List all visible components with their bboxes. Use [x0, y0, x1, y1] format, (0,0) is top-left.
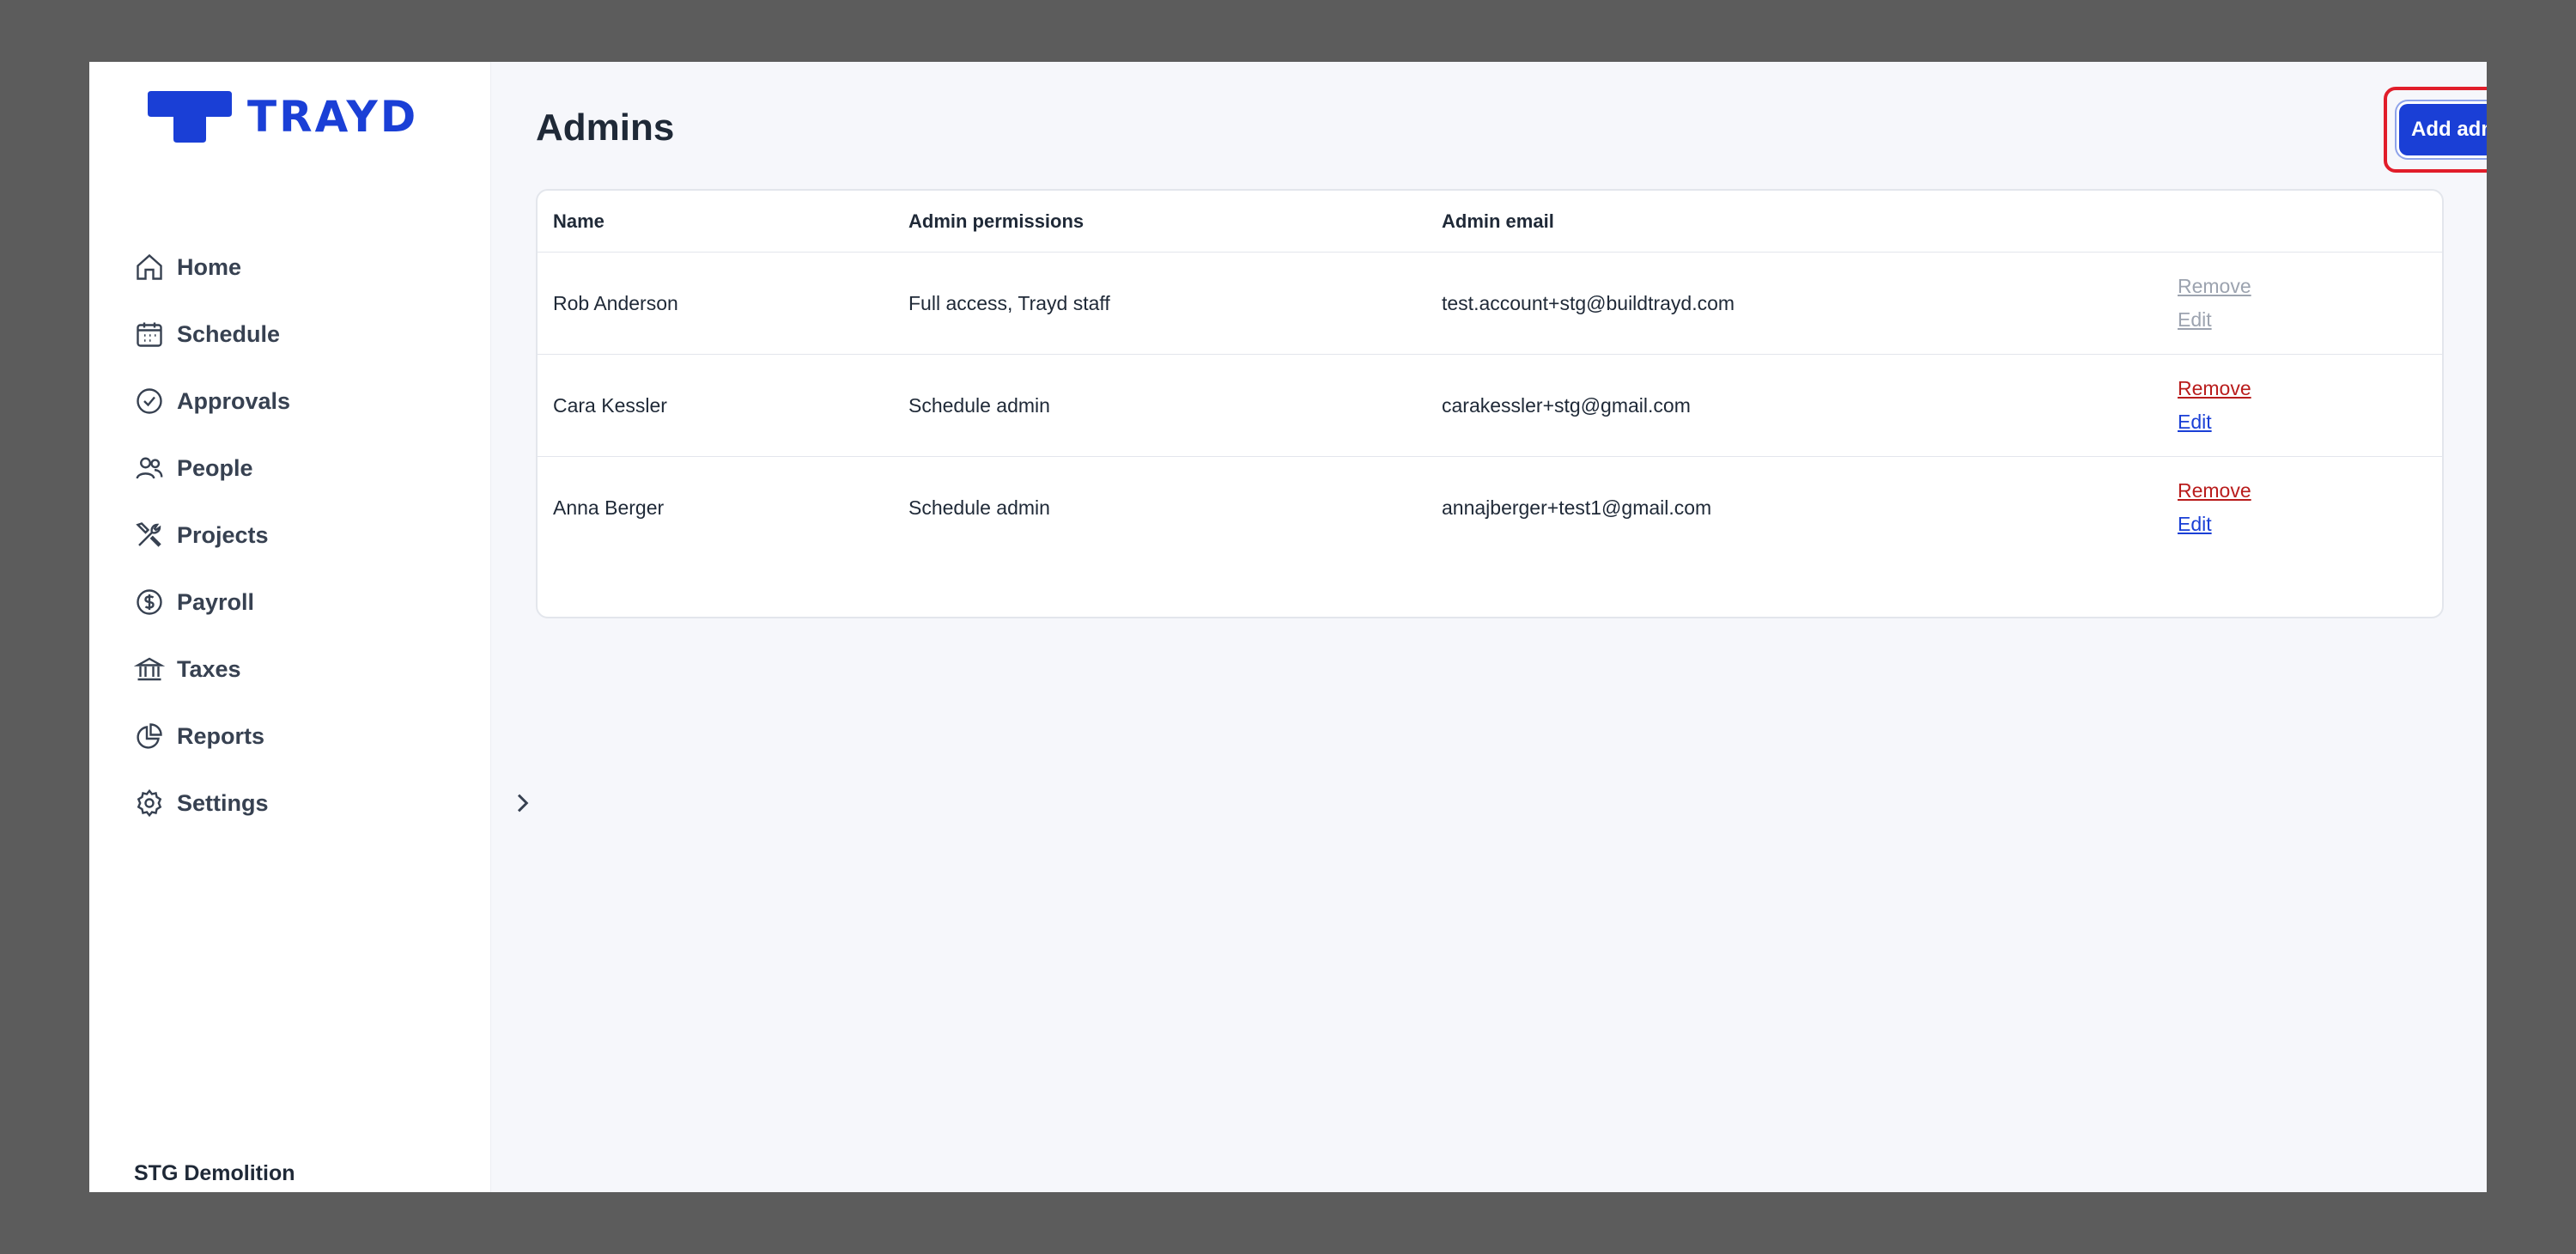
sidebar-item-approvals[interactable]: Approvals	[132, 368, 536, 435]
sidebar-item-label: Schedule	[177, 320, 281, 347]
tools-icon	[132, 518, 167, 552]
main-content: Admins Add admin Name Admin permissions …	[491, 62, 2487, 1192]
sidebar-item-label: Reports	[177, 722, 265, 749]
app-window: TRAYD Home Schedule Approvals People Pro…	[89, 62, 2487, 1192]
table-header: Name Admin permissions Admin email	[538, 191, 2442, 253]
admin-email: annajberger+test1@gmail.com	[1442, 496, 1712, 519]
add-admin-button[interactable]: Add admin	[2399, 104, 2487, 155]
sidebar-item-home[interactable]: Home	[132, 234, 536, 301]
sidebar: TRAYD Home Schedule Approvals People Pro…	[89, 62, 529, 1192]
dollar-circle-icon	[132, 585, 167, 619]
admin-permissions: Full access, Trayd staff	[908, 292, 1110, 314]
logo-text: TRAYD	[247, 92, 419, 142]
gear-icon	[132, 786, 167, 820]
sidebar-item-label: Taxes	[177, 655, 241, 682]
column-header-permissions: Admin permissions	[908, 210, 1084, 232]
home-icon	[132, 250, 167, 284]
remove-link[interactable]: Remove	[2178, 377, 2251, 400]
people-icon	[132, 451, 167, 485]
company-name[interactable]: STG Demolition	[134, 1161, 295, 1186]
sidebar-item-label: Approvals	[177, 387, 291, 414]
sidebar-item-reports[interactable]: Reports	[132, 703, 536, 770]
sidebar-item-label: Projects	[177, 521, 269, 548]
sidebar-item-schedule[interactable]: Schedule	[132, 301, 536, 368]
sidebar-item-payroll[interactable]: Payroll	[132, 569, 536, 636]
table-row: Anna Berger Schedule admin annajberger+t…	[538, 457, 2442, 559]
admins-table: Name Admin permissions Admin email Rob A…	[536, 189, 2444, 618]
admin-name: Cara Kessler	[553, 394, 667, 417]
sidebar-item-label: Payroll	[177, 588, 255, 615]
admin-permissions: Schedule admin	[908, 394, 1050, 417]
sidebar-item-label: Settings	[177, 789, 269, 816]
admin-name: Anna Berger	[553, 496, 665, 519]
admin-permissions: Schedule admin	[908, 496, 1050, 519]
sidebar-item-label: Home	[177, 253, 242, 280]
calendar-icon	[132, 317, 167, 351]
admin-email: carakessler+stg@gmail.com	[1442, 394, 1691, 417]
pie-chart-icon	[132, 719, 167, 753]
edit-link[interactable]: Edit	[2178, 411, 2212, 434]
trayd-logo[interactable]: TRAYD	[148, 91, 418, 143]
column-header-name: Name	[553, 210, 605, 232]
bank-icon	[132, 652, 167, 686]
sidebar-item-settings[interactable]: Settings	[132, 770, 536, 837]
check-circle-icon	[132, 384, 167, 418]
remove-link[interactable]: Remove	[2178, 479, 2251, 502]
trayd-logo-icon	[148, 91, 232, 143]
table-row: Cara Kessler Schedule admin carakessler+…	[538, 355, 2442, 457]
admin-name: Rob Anderson	[553, 292, 678, 314]
sidebar-item-projects[interactable]: Projects	[132, 502, 536, 569]
column-header-email: Admin email	[1442, 210, 1554, 232]
sidebar-item-taxes[interactable]: Taxes	[132, 636, 536, 703]
page-title: Admins	[536, 107, 675, 149]
edit-link: Edit	[2178, 308, 2212, 331]
sidebar-nav: Home Schedule Approvals People Projects …	[132, 234, 536, 837]
remove-link: Remove	[2178, 275, 2251, 297]
table-row: Rob Anderson Full access, Trayd staff te…	[538, 253, 2442, 355]
sidebar-item-people[interactable]: People	[132, 435, 536, 502]
edit-link[interactable]: Edit	[2178, 513, 2212, 536]
admin-email: test.account+stg@buildtrayd.com	[1442, 292, 1735, 314]
sidebar-item-label: People	[177, 454, 253, 481]
